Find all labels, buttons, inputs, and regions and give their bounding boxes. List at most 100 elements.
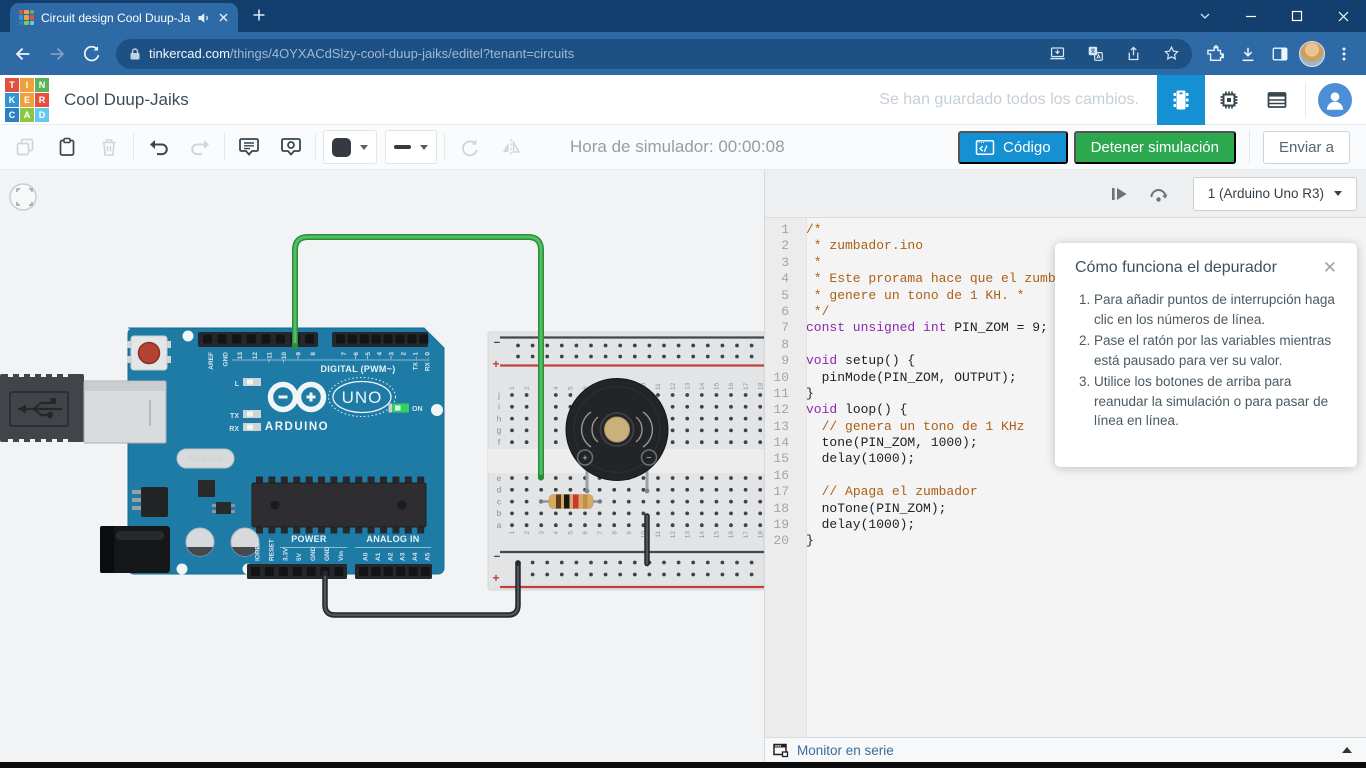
new-tab-button[interactable] xyxy=(252,8,266,26)
url-bar[interactable]: tinkercad.com/things/4OYXACdSlzy-cool-du… xyxy=(116,39,1192,69)
svg-text:~10: ~10 xyxy=(281,352,288,363)
svg-text:i: i xyxy=(498,403,500,412)
reload-icon[interactable] xyxy=(74,37,108,71)
svg-text:+: + xyxy=(492,357,499,371)
component-list-button[interactable] xyxy=(1253,75,1301,125)
share-icon[interactable] xyxy=(1118,40,1148,68)
toolbar-separator xyxy=(224,133,225,161)
line-number[interactable]: 11 xyxy=(765,386,798,402)
line-number[interactable]: 10 xyxy=(765,370,798,386)
reset-button[interactable] xyxy=(127,336,171,370)
arduino-brand-label: ARDUINO xyxy=(265,421,329,433)
serial-monitor-bar[interactable]: Monitor en serie xyxy=(765,737,1366,762)
copy-icon[interactable] xyxy=(4,129,46,165)
line-number[interactable]: 3 xyxy=(765,255,798,271)
line-number[interactable]: 17 xyxy=(765,484,798,500)
code-icon xyxy=(975,139,995,156)
header-divider xyxy=(1305,83,1306,117)
components-view-button[interactable] xyxy=(1157,75,1205,125)
color-dropdown[interactable] xyxy=(323,130,377,164)
tab-audio-icon[interactable] xyxy=(197,11,211,25)
browser-tab[interactable]: Circuit design Cool Duup-Jaiks xyxy=(10,3,238,32)
extensions-puzzle-icon[interactable] xyxy=(1200,37,1232,71)
line-number[interactable]: 13 xyxy=(765,419,798,435)
svg-text:17: 17 xyxy=(743,531,750,539)
schematic-view-button[interactable] xyxy=(1205,75,1253,125)
line-number[interactable]: 20 xyxy=(765,533,798,549)
circuit-canvas[interactable]: AREFGND1312~11~10~987~6~54~32TX→1RX←0 DI… xyxy=(0,170,764,762)
window-maximize-button[interactable] xyxy=(1274,0,1320,32)
undo-icon[interactable] xyxy=(137,129,179,165)
wire-style-dropdown[interactable] xyxy=(385,130,437,164)
svg-text:GND: GND xyxy=(310,546,317,561)
line-number[interactable]: 12 xyxy=(765,402,798,418)
svg-text:11: 11 xyxy=(655,383,662,390)
line-number[interactable]: 18 xyxy=(765,501,798,517)
line-number[interactable]: 16 xyxy=(765,468,798,484)
back-icon[interactable] xyxy=(6,37,40,71)
editor-toolbar: Hora de simulador: 00:00:08 Código Deten… xyxy=(0,125,1366,170)
paste-icon[interactable] xyxy=(46,129,88,165)
browser-profile-avatar[interactable] xyxy=(1299,41,1325,67)
close-icon[interactable]: ✕ xyxy=(1321,259,1339,276)
line-number[interactable]: 6 xyxy=(765,304,798,320)
code-editor[interactable]: 1/*2 * zumbador.ino3 *4 * Este prorama h… xyxy=(765,218,1366,737)
debug-toolbar: 1 (Arduino Uno R3) xyxy=(765,170,1366,218)
tinkercad-logo[interactable]: TINKERCAD xyxy=(5,78,49,122)
browser-menu-icon[interactable] xyxy=(1328,37,1360,71)
board-selector-dropdown[interactable]: 1 (Arduino Uno R3) xyxy=(1193,177,1357,211)
install-app-icon[interactable] xyxy=(1042,40,1072,68)
send-to-button[interactable]: Enviar a xyxy=(1263,131,1350,164)
redo-icon[interactable] xyxy=(179,129,221,165)
svg-text:18: 18 xyxy=(757,531,764,539)
svg-text:8: 8 xyxy=(611,531,618,535)
show-notes-icon[interactable] xyxy=(270,129,312,165)
code-button[interactable]: Código xyxy=(958,131,1068,164)
svg-text:6: 6 xyxy=(582,531,589,535)
tab-close-icon[interactable] xyxy=(218,12,229,23)
browser-chevron-icon[interactable] xyxy=(1182,0,1228,32)
arduino-uno-board[interactable]: AREFGND1312~11~10~987~6~54~32TX→1RX←0 DI… xyxy=(84,328,444,579)
expand-serial-icon[interactable] xyxy=(1342,747,1352,753)
svg-text:4: 4 xyxy=(377,352,384,356)
svg-text:15: 15 xyxy=(714,531,721,539)
flip-icon[interactable] xyxy=(490,129,532,165)
rotate-icon[interactable] xyxy=(448,129,490,165)
line-number[interactable]: 14 xyxy=(765,435,798,451)
line-number[interactable]: 5 xyxy=(765,288,798,304)
svg-text:−: − xyxy=(494,551,500,563)
line-number[interactable]: 2 xyxy=(765,238,798,254)
user-avatar[interactable] xyxy=(1318,83,1352,117)
usb-cable[interactable] xyxy=(0,372,84,444)
step-over-icon[interactable] xyxy=(1139,176,1179,212)
window-minimize-button[interactable] xyxy=(1228,0,1274,32)
design-title[interactable]: Cool Duup-Jaiks xyxy=(64,90,189,110)
translate-icon[interactable] xyxy=(1080,40,1110,68)
delete-icon[interactable] xyxy=(88,129,130,165)
downloads-icon[interactable] xyxy=(1232,37,1264,71)
toolbar-separator xyxy=(315,133,316,161)
line-number[interactable]: 1 xyxy=(765,222,798,238)
window-close-button[interactable] xyxy=(1320,0,1366,32)
toolbar-separator xyxy=(444,133,445,161)
stop-simulation-button[interactable]: Detener simulación xyxy=(1074,131,1236,164)
resume-simulation-icon[interactable] xyxy=(1099,176,1139,212)
notes-icon[interactable] xyxy=(228,129,270,165)
line-number[interactable]: 8 xyxy=(765,337,798,353)
svg-text:~6: ~6 xyxy=(353,352,360,360)
side-panel-icon[interactable] xyxy=(1264,37,1296,71)
line-number[interactable]: 4 xyxy=(765,271,798,287)
line-number[interactable]: 7 xyxy=(765,320,798,336)
bookmark-star-icon[interactable] xyxy=(1156,40,1186,68)
tinkercad-header: TINKERCAD Cool Duup-Jaiks Se han guardad… xyxy=(0,75,1366,125)
line-number[interactable]: 9 xyxy=(765,353,798,369)
svg-text:TX→1: TX→1 xyxy=(412,352,419,371)
zoom-to-fit-button[interactable] xyxy=(10,184,36,210)
svg-text:14: 14 xyxy=(699,531,706,539)
line-number[interactable]: 15 xyxy=(765,451,798,467)
power-jack xyxy=(100,526,170,573)
code-line: 1/* xyxy=(765,222,1366,238)
forward-icon[interactable] xyxy=(40,37,74,71)
analog-label: ANALOG IN xyxy=(366,534,419,544)
line-number[interactable]: 19 xyxy=(765,517,798,533)
